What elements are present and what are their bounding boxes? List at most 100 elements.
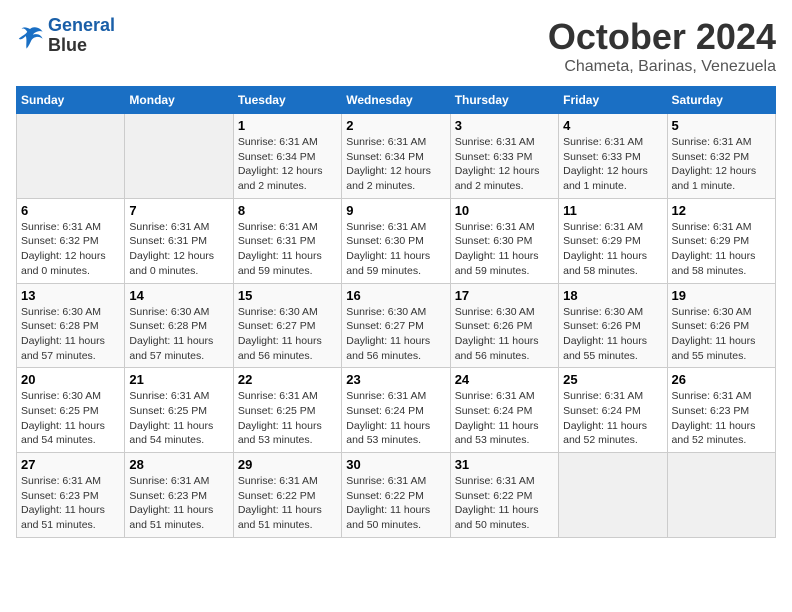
calendar-body: 1 Sunrise: 6:31 AMSunset: 6:34 PMDaylight… <box>17 114 776 538</box>
calendar-cell: 19 Sunrise: 6:30 AMSunset: 6:26 PMDayligh… <box>667 283 775 368</box>
calendar-cell: 7 Sunrise: 6:31 AMSunset: 6:31 PMDaylight… <box>125 198 233 283</box>
day-content: Sunrise: 6:30 AMSunset: 6:27 PMDaylight:… <box>238 305 337 364</box>
calendar-cell: 29 Sunrise: 6:31 AMSunset: 6:22 PMDayligh… <box>233 453 341 538</box>
day-number: 7 <box>129 203 228 218</box>
day-content: Sunrise: 6:31 AMSunset: 6:31 PMDaylight:… <box>129 220 228 279</box>
calendar-cell: 12 Sunrise: 6:31 AMSunset: 6:29 PMDayligh… <box>667 198 775 283</box>
day-content: Sunrise: 6:31 AMSunset: 6:25 PMDaylight:… <box>238 389 337 448</box>
calendar-cell: 8Sunrise: 6:31 AMSunset: 6:31 PMDaylight… <box>233 198 341 283</box>
day-content: Sunrise: 6:31 AMSunset: 6:30 PMDaylight:… <box>346 220 445 279</box>
day-content: Sunrise: 6:31 AMSunset: 6:22 PMDaylight:… <box>238 474 337 533</box>
calendar-cell: 30 Sunrise: 6:31 AMSunset: 6:22 PMDayligh… <box>342 453 450 538</box>
calendar-cell: 2 Sunrise: 6:31 AMSunset: 6:34 PMDaylight… <box>342 114 450 199</box>
day-number: 21 <box>129 372 228 387</box>
day-content: Sunrise: 6:31 AMSunset: 6:31 PMDaylight:… <box>238 220 337 279</box>
day-number: 25 <box>563 372 662 387</box>
header-row: SundayMondayTuesdayWednesdayThursdayFrid… <box>17 87 776 114</box>
day-number: 3 <box>455 118 554 133</box>
day-content: Sunrise: 6:31 AMSunset: 6:29 PMDaylight:… <box>672 220 771 279</box>
day-number: 11 <box>563 203 662 218</box>
day-number: 22 <box>238 372 337 387</box>
header-cell-sunday: Sunday <box>17 87 125 114</box>
calendar-cell: 20Sunrise: 6:30 AMSunset: 6:25 PMDayligh… <box>17 368 125 453</box>
day-number: 12 <box>672 203 771 218</box>
day-number: 4 <box>563 118 662 133</box>
calendar-cell: 4 Sunrise: 6:31 AMSunset: 6:33 PMDaylight… <box>559 114 667 199</box>
day-number: 30 <box>346 457 445 472</box>
day-content: Sunrise: 6:31 AMSunset: 6:34 PMDaylight:… <box>238 135 337 194</box>
day-number: 20 <box>21 372 120 387</box>
calendar-week-5: 27Sunrise: 6:31 AMSunset: 6:23 PMDayligh… <box>17 453 776 538</box>
day-content: Sunrise: 6:30 AMSunset: 6:28 PMDaylight:… <box>129 305 228 364</box>
page-header: GeneralBlue October 2024 Chameta, Barina… <box>16 16 776 76</box>
calendar-week-3: 13 Sunrise: 6:30 AMSunset: 6:28 PMDayligh… <box>17 283 776 368</box>
day-number: 16 <box>346 288 445 303</box>
header-cell-monday: Monday <box>125 87 233 114</box>
day-number: 23 <box>346 372 445 387</box>
calendar-cell <box>559 453 667 538</box>
day-content: Sunrise: 6:31 AMSunset: 6:32 PMDaylight:… <box>21 220 120 279</box>
day-content: Sunrise: 6:30 AMSunset: 6:28 PMDaylight:… <box>21 305 120 364</box>
day-content: Sunrise: 6:30 AMSunset: 6:26 PMDaylight:… <box>455 305 554 364</box>
title-block: October 2024 Chameta, Barinas, Venezuela <box>548 16 776 76</box>
day-number: 6 <box>21 203 120 218</box>
calendar-cell: 23 Sunrise: 6:31 AMSunset: 6:24 PMDayligh… <box>342 368 450 453</box>
day-number: 10 <box>455 203 554 218</box>
header-cell-saturday: Saturday <box>667 87 775 114</box>
calendar-cell: 3 Sunrise: 6:31 AMSunset: 6:33 PMDaylight… <box>450 114 558 199</box>
calendar-cell: 22 Sunrise: 6:31 AMSunset: 6:25 PMDayligh… <box>233 368 341 453</box>
day-number: 2 <box>346 118 445 133</box>
calendar-cell: 6 Sunrise: 6:31 AMSunset: 6:32 PMDaylight… <box>17 198 125 283</box>
calendar-cell: 27Sunrise: 6:31 AMSunset: 6:23 PMDayligh… <box>17 453 125 538</box>
logo-bird-icon <box>16 22 44 50</box>
day-number: 14 <box>129 288 228 303</box>
day-number: 29 <box>238 457 337 472</box>
day-number: 26 <box>672 372 771 387</box>
day-number: 5 <box>672 118 771 133</box>
day-number: 18 <box>563 288 662 303</box>
day-content: Sunrise: 6:30 AMSunset: 6:27 PMDaylight:… <box>346 305 445 364</box>
day-number: 15 <box>238 288 337 303</box>
calendar-cell: 5 Sunrise: 6:31 AMSunset: 6:32 PMDaylight… <box>667 114 775 199</box>
calendar-cell: 25 Sunrise: 6:31 AMSunset: 6:24 PMDayligh… <box>559 368 667 453</box>
calendar-cell: 10Sunrise: 6:31 AMSunset: 6:30 PMDayligh… <box>450 198 558 283</box>
day-content: Sunrise: 6:31 AMSunset: 6:24 PMDaylight:… <box>346 389 445 448</box>
day-number: 19 <box>672 288 771 303</box>
calendar-cell <box>667 453 775 538</box>
calendar-cell: 18 Sunrise: 6:30 AMSunset: 6:26 PMDayligh… <box>559 283 667 368</box>
day-number: 1 <box>238 118 337 133</box>
day-content: Sunrise: 6:31 AMSunset: 6:22 PMDaylight:… <box>346 474 445 533</box>
day-number: 31 <box>455 457 554 472</box>
month-title: October 2024 <box>548 16 776 58</box>
day-content: Sunrise: 6:31 AMSunset: 6:32 PMDaylight:… <box>672 135 771 194</box>
day-content: Sunrise: 6:31 AMSunset: 6:34 PMDaylight:… <box>346 135 445 194</box>
header-cell-tuesday: Tuesday <box>233 87 341 114</box>
day-content: Sunrise: 6:31 AMSunset: 6:24 PMDaylight:… <box>563 389 662 448</box>
day-content: Sunrise: 6:31 AMSunset: 6:33 PMDaylight:… <box>455 135 554 194</box>
calendar-cell <box>17 114 125 199</box>
calendar-table: SundayMondayTuesdayWednesdayThursdayFrid… <box>16 86 776 538</box>
day-content: Sunrise: 6:31 AMSunset: 6:25 PMDaylight:… <box>129 389 228 448</box>
location: Chameta, Barinas, Venezuela <box>548 58 776 76</box>
header-cell-thursday: Thursday <box>450 87 558 114</box>
day-number: 13 <box>21 288 120 303</box>
calendar-cell: 9 Sunrise: 6:31 AMSunset: 6:30 PMDaylight… <box>342 198 450 283</box>
day-content: Sunrise: 6:30 AMSunset: 6:26 PMDaylight:… <box>563 305 662 364</box>
day-content: Sunrise: 6:30 AMSunset: 6:26 PMDaylight:… <box>672 305 771 364</box>
calendar-week-1: 1 Sunrise: 6:31 AMSunset: 6:34 PMDaylight… <box>17 114 776 199</box>
day-number: 9 <box>346 203 445 218</box>
day-number: 28 <box>129 457 228 472</box>
calendar-cell: 17Sunrise: 6:30 AMSunset: 6:26 PMDayligh… <box>450 283 558 368</box>
calendar-week-2: 6 Sunrise: 6:31 AMSunset: 6:32 PMDaylight… <box>17 198 776 283</box>
calendar-cell: 21 Sunrise: 6:31 AMSunset: 6:25 PMDayligh… <box>125 368 233 453</box>
calendar-cell: 11Sunrise: 6:31 AMSunset: 6:29 PMDayligh… <box>559 198 667 283</box>
day-content: Sunrise: 6:31 AMSunset: 6:23 PMDaylight:… <box>21 474 120 533</box>
day-content: Sunrise: 6:31 AMSunset: 6:33 PMDaylight:… <box>563 135 662 194</box>
calendar-cell <box>125 114 233 199</box>
calendar-cell: 31Sunrise: 6:31 AMSunset: 6:22 PMDayligh… <box>450 453 558 538</box>
calendar-cell: 1 Sunrise: 6:31 AMSunset: 6:34 PMDaylight… <box>233 114 341 199</box>
calendar-header: SundayMondayTuesdayWednesdayThursdayFrid… <box>17 87 776 114</box>
calendar-cell: 28 Sunrise: 6:31 AMSunset: 6:23 PMDayligh… <box>125 453 233 538</box>
day-content: Sunrise: 6:31 AMSunset: 6:24 PMDaylight:… <box>455 389 554 448</box>
day-content: Sunrise: 6:31 AMSunset: 6:23 PMDaylight:… <box>129 474 228 533</box>
